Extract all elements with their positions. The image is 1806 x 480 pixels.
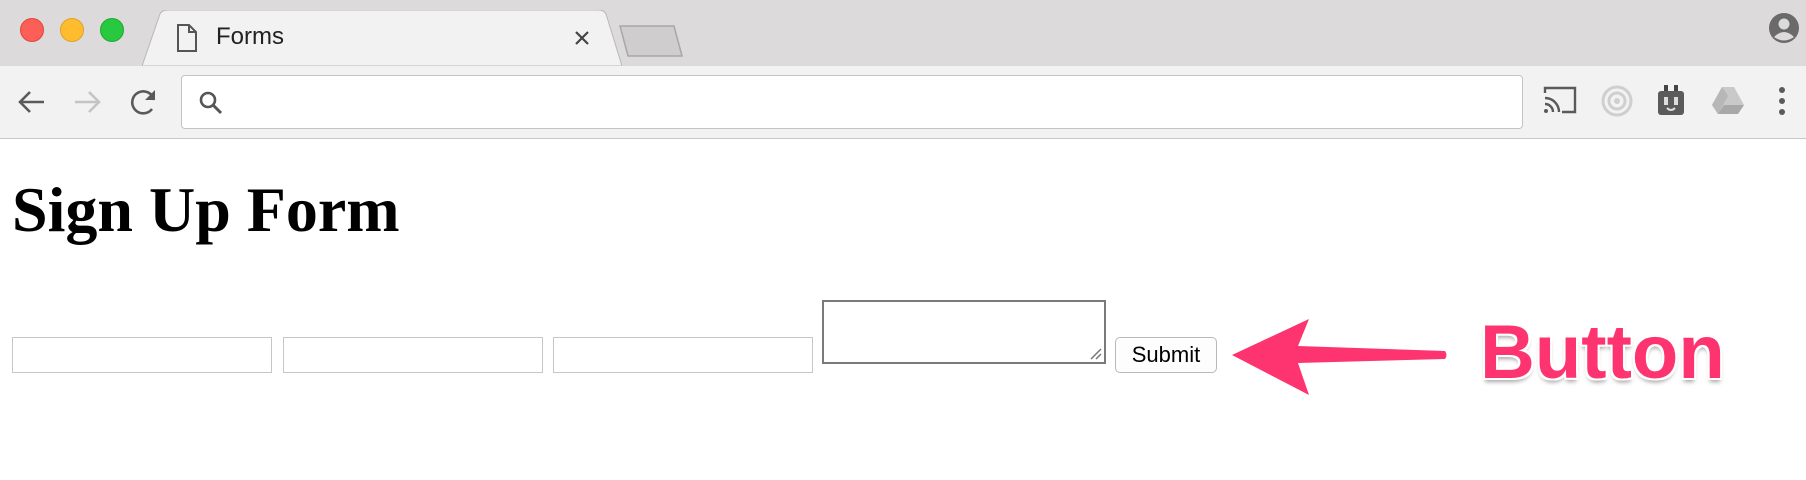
- tab-shape: [142, 10, 622, 66]
- annotation-arrow: [1232, 319, 1447, 395]
- cast-icon[interactable]: [1542, 84, 1578, 116]
- page-title: Sign Up Form: [12, 174, 400, 245]
- resize-grip-icon[interactable]: [1088, 346, 1102, 360]
- active-tab[interactable]: Forms: [142, 10, 622, 66]
- more-vert-icon[interactable]: [1776, 84, 1788, 118]
- window-close-button[interactable]: [20, 18, 44, 42]
- new-tab-button[interactable]: [618, 24, 684, 58]
- profile-icon[interactable]: [1768, 12, 1800, 44]
- submit-button[interactable]: Submit: [1115, 337, 1217, 373]
- search-icon: [199, 91, 223, 115]
- form-textarea[interactable]: [822, 300, 1106, 364]
- back-icon[interactable]: [16, 86, 48, 118]
- drive-icon[interactable]: [1710, 84, 1746, 116]
- address-bar[interactable]: [181, 75, 1523, 129]
- tab-strip: Forms: [0, 0, 1806, 66]
- form-text-field-1[interactable]: [12, 337, 272, 373]
- reload-icon[interactable]: [128, 86, 160, 118]
- close-icon[interactable]: [568, 24, 596, 52]
- forward-icon[interactable]: [71, 86, 103, 118]
- annotation-label: Button: [1480, 310, 1725, 395]
- window-maximize-button[interactable]: [100, 18, 124, 42]
- document-icon: [177, 24, 197, 52]
- form-text-field-3[interactable]: [553, 337, 813, 373]
- tab-title: Forms: [216, 23, 284, 50]
- extension-plug-icon[interactable]: [1656, 84, 1686, 118]
- form-text-field-2[interactable]: [283, 337, 543, 373]
- window-minimize-button[interactable]: [60, 18, 84, 42]
- address-input[interactable]: [238, 86, 1502, 120]
- browser-toolbar: [0, 66, 1806, 139]
- extension-target-icon[interactable]: [1600, 84, 1634, 118]
- page-content: Sign Up Form Submit Button: [0, 139, 1806, 480]
